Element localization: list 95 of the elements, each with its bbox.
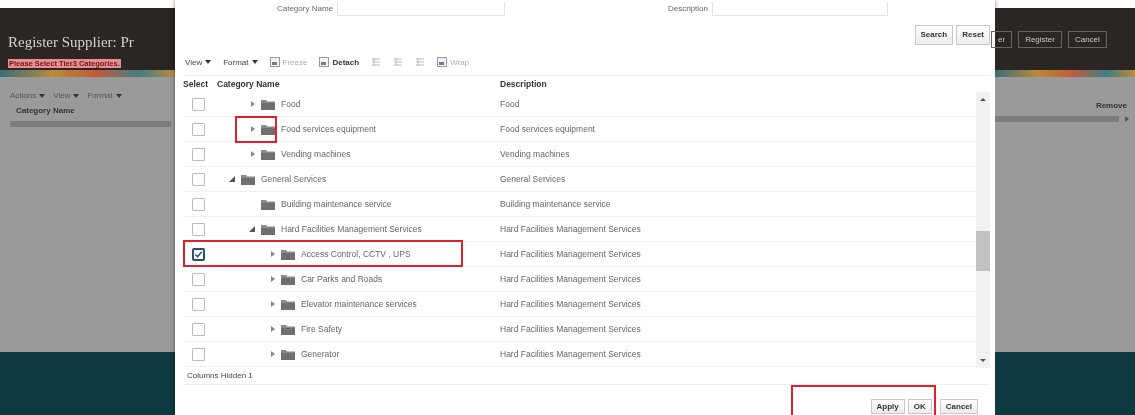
expand-arrow-icon[interactable] <box>271 301 275 307</box>
description-text: Hard Facilities Management Services <box>500 274 641 284</box>
status-text: Columns Hidden 1 <box>183 368 990 385</box>
column-header[interactable]: Category Name <box>217 79 500 89</box>
dialog-button[interactable]: Cancel <box>939 399 978 414</box>
category-name: Fire Safety <box>301 324 343 334</box>
scroll-up-icon[interactable] <box>980 98 986 101</box>
expand-arrow-icon[interactable] <box>251 151 255 157</box>
description-text: Food services equipment <box>500 124 595 134</box>
category-name: Vending machines <box>281 149 351 159</box>
category-name: Generator <box>301 349 340 359</box>
columns-icon <box>415 57 426 68</box>
folder-icon <box>241 173 255 185</box>
checkbox[interactable] <box>191 147 205 161</box>
checkbox[interactable] <box>191 272 205 286</box>
folder-icon <box>281 348 295 360</box>
column-header: Category Name <box>15 106 76 115</box>
folder-icon <box>261 223 275 235</box>
folder-icon <box>281 273 295 285</box>
description-text: Hard Facilities Management Services <box>500 299 641 309</box>
scrollbar[interactable] <box>10 121 171 127</box>
description-text: Hard Facilities Management Services <box>500 249 641 259</box>
description-text: Hard Facilities Management Services <box>500 324 641 334</box>
caret-icon <box>39 93 46 98</box>
checkbox[interactable] <box>191 347 205 361</box>
menu-button[interactable]: Format <box>223 57 258 67</box>
checkbox[interactable] <box>191 222 205 236</box>
scroll-thumb[interactable] <box>976 231 990 271</box>
scrollbar[interactable] <box>976 92 990 368</box>
checkbox[interactable] <box>191 297 205 311</box>
search-button[interactable]: Reset <box>956 25 990 45</box>
scrollbar[interactable] <box>995 116 1119 122</box>
column-header[interactable]: Description <box>500 79 547 89</box>
category-name: Food <box>281 99 301 109</box>
collapse-arrow-icon[interactable] <box>249 226 255 232</box>
dialog-button[interactable]: OK <box>907 399 932 414</box>
folder-icon <box>261 123 275 135</box>
expand-arrow-icon[interactable] <box>251 101 255 107</box>
checkbox[interactable] <box>191 197 205 211</box>
description-text: Hard Facilities Management Services <box>500 224 641 234</box>
check-icon <box>193 249 203 259</box>
caret-icon <box>205 60 212 65</box>
description-text: Food <box>500 99 520 109</box>
columns-icon <box>393 57 404 68</box>
expand-arrow-icon[interactable] <box>271 351 275 357</box>
folder-icon <box>261 148 275 160</box>
header-button[interactable]: Register <box>1018 30 1062 48</box>
expand-arrow-icon[interactable] <box>271 326 275 332</box>
window-icon <box>319 57 330 68</box>
window-icon <box>269 57 280 68</box>
category-name: Access Control, CCTV , UPS <box>301 249 411 259</box>
search-button[interactable]: Search <box>914 25 954 45</box>
expand-arrow-icon[interactable] <box>271 251 275 257</box>
collapse-arrow-icon[interactable] <box>229 176 235 182</box>
columns-icon <box>371 57 382 68</box>
description-text: General Services <box>500 174 566 184</box>
column-header[interactable]: Select <box>183 79 217 89</box>
folder-icon <box>281 323 295 335</box>
header-button[interactable]: er <box>991 30 1013 48</box>
description-text: Vending machines <box>500 149 570 159</box>
expand-arrow-icon[interactable] <box>271 276 275 282</box>
window-icon <box>437 57 448 68</box>
category-name: Hard Facilities Management Services <box>281 224 422 234</box>
category-name: General Services <box>261 174 327 184</box>
input-field[interactable] <box>337 2 505 16</box>
checkbox[interactable] <box>191 322 205 336</box>
category-name: Building maintenance service <box>281 199 392 209</box>
scroll-down-icon[interactable] <box>980 359 986 362</box>
folder-icon <box>261 98 275 110</box>
folder-icon <box>261 198 275 210</box>
description-text: Building maintenance service <box>500 199 611 209</box>
checkbox[interactable] <box>191 97 205 111</box>
checkbox[interactable] <box>191 172 205 186</box>
description-text: Hard Facilities Management Services <box>500 349 641 359</box>
field-label: Category Name <box>275 3 334 13</box>
category-name: Elevator maintenance services <box>301 299 417 309</box>
checkbox[interactable] <box>191 247 205 261</box>
checkbox[interactable] <box>191 122 205 136</box>
page-title: Register Supplier: Pr <box>8 34 135 51</box>
menu-button[interactable]: View <box>185 57 212 67</box>
dialog-button[interactable]: Apply <box>870 399 905 414</box>
folder-icon <box>281 248 295 260</box>
expand-arrow-icon[interactable] <box>251 126 255 132</box>
category-name: Car Parks and Roads <box>301 274 383 284</box>
scroll-right-icon[interactable] <box>1125 116 1129 122</box>
toolbar-button[interactable]: Detach <box>319 57 360 68</box>
category-name: Food services equipment <box>281 124 376 134</box>
header-button[interactable]: Cancel <box>1067 30 1107 48</box>
caret-icon <box>115 93 122 98</box>
input-field[interactable] <box>712 2 888 16</box>
column-header: Remove <box>1094 101 1128 110</box>
field-label: Description <box>667 3 709 13</box>
folder-icon <box>281 298 295 310</box>
caret-icon <box>251 60 258 65</box>
caret-icon <box>73 93 80 98</box>
